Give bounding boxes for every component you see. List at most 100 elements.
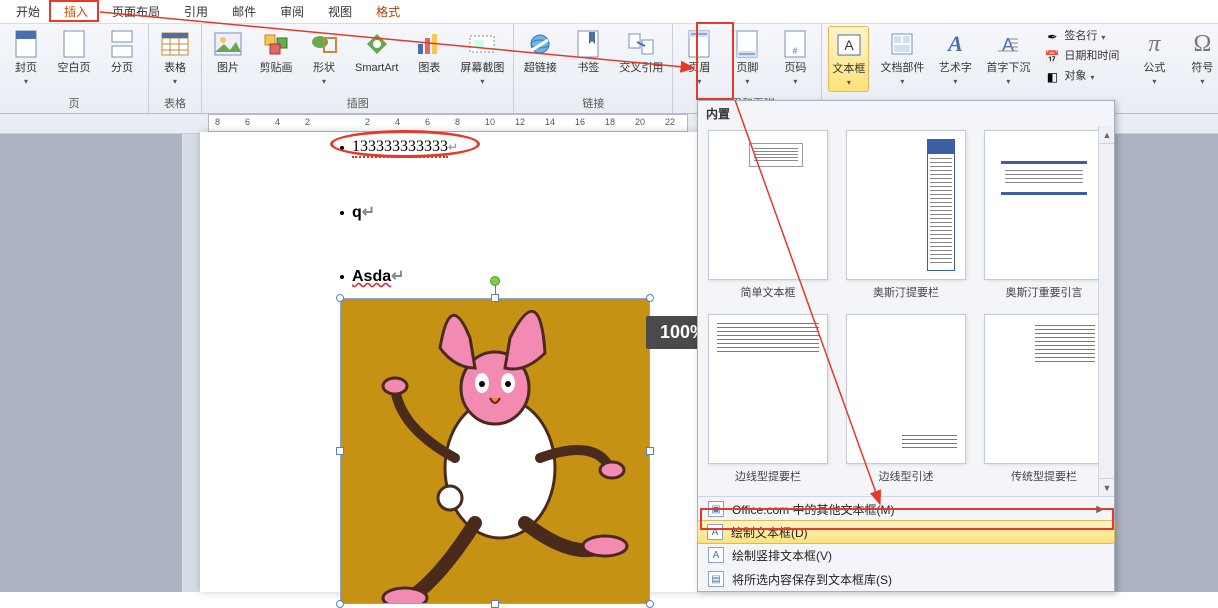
ruler-tick: 10 xyxy=(485,117,495,127)
equation-button[interactable]: π 公式▾ xyxy=(1134,26,1174,90)
ruler-tick: 2 xyxy=(365,117,370,127)
doc-line-asda: Asda↵ xyxy=(340,266,560,286)
svg-text:A: A xyxy=(1002,35,1014,55)
bookmark-icon xyxy=(572,28,604,60)
textbox-button[interactable]: A 文本框▾ xyxy=(828,26,869,92)
group-tables-label: 表格 xyxy=(155,95,195,113)
office-icon: ▣ xyxy=(708,501,724,517)
scroll-down-icon[interactable]: ▼ xyxy=(1099,478,1114,496)
resize-handle-rm[interactable] xyxy=(646,447,654,455)
pagenumber-button[interactable]: # 页码▾ xyxy=(775,26,815,90)
dropcap-button[interactable]: A 首字下沉▾ xyxy=(983,26,1033,90)
blank-label: 空白页 xyxy=(58,62,91,75)
thumb-traditional[interactable]: 传统型提要栏 xyxy=(978,314,1110,492)
bookmark-button[interactable]: 书签 xyxy=(568,26,608,77)
blank-icon xyxy=(58,28,90,60)
thumb-austin-quote[interactable]: 奥斯汀重要引言 xyxy=(978,130,1110,308)
hyperlink-icon xyxy=(524,28,556,60)
group-links-label: 链接 xyxy=(520,95,666,113)
pagebreak-button[interactable]: 分页 xyxy=(102,26,142,77)
table-label: 表格 xyxy=(164,62,186,74)
shapes-label: 形状 xyxy=(313,62,335,74)
tab-home[interactable]: 开始 xyxy=(4,0,52,23)
group-tables: 表格▾ 表格 xyxy=(149,24,202,113)
resize-handle-bm[interactable] xyxy=(491,600,499,608)
datetime-button[interactable]: 📅日期和时间 xyxy=(1041,48,1122,66)
screenshot-icon xyxy=(466,28,498,60)
tab-insert[interactable]: 插入 xyxy=(52,0,100,23)
resize-handle-tr[interactable] xyxy=(646,294,654,302)
wordart-button[interactable]: A 艺术字▾ xyxy=(935,26,975,90)
shapes-button[interactable]: 形状▾ xyxy=(304,26,344,90)
page[interactable]: 133333333333↵ q↵ Asda↵ xyxy=(200,132,700,592)
chart-icon xyxy=(413,28,445,60)
screenshot-button[interactable]: 屏幕截图▾ xyxy=(457,26,507,90)
menu-draw-textbox[interactable]: A 绘制文本框(D) xyxy=(697,520,1115,544)
group-symbols: π 公式▾ Ω 符号▾ # 编号 符号 xyxy=(1128,24,1218,113)
menu-draw-vertical[interactable]: A 绘制竖排文本框(V) xyxy=(698,543,1114,567)
pagebreak-label: 分页 xyxy=(111,62,133,75)
sigline-button[interactable]: ✒签名行▾ xyxy=(1041,28,1122,46)
tab-review[interactable]: 审阅 xyxy=(268,0,316,23)
horizontal-ruler[interactable]: 8 6 4 2 2 4 6 8 10 12 14 16 18 20 22 xyxy=(208,114,688,132)
tab-mailings[interactable]: 邮件 xyxy=(220,0,268,23)
tab-references[interactable]: 引用 xyxy=(172,0,220,23)
vertical-textbox-icon: A xyxy=(708,547,724,563)
dropdown-header: 内置 xyxy=(698,101,1114,126)
thumb-austin-sidebar[interactable]: 奥斯汀提要栏 xyxy=(840,130,972,308)
smartart-icon xyxy=(361,28,393,60)
clipart-button[interactable]: 剪贴画 xyxy=(256,26,296,77)
menu-office-more[interactable]: ▣ Office.com 中的其他文本框(M) ▶ xyxy=(698,497,1114,521)
menu-label: 将所选内容保存到文本框库(S) xyxy=(732,571,892,588)
menu-save-selection[interactable]: ▤ 将所选内容保存到文本框库(S) xyxy=(698,567,1114,591)
resize-handle-br[interactable] xyxy=(646,600,654,608)
rotate-handle[interactable] xyxy=(490,276,500,286)
object-label: 对象 xyxy=(1064,70,1086,83)
object-button[interactable]: ◧对象▾ xyxy=(1041,68,1122,86)
resize-handle-tm[interactable] xyxy=(491,294,499,302)
tab-layout[interactable]: 页面布局 xyxy=(100,0,172,23)
equation-icon: π xyxy=(1138,28,1170,60)
gallery-scrollbar[interactable]: ▲ ▼ xyxy=(1098,126,1114,496)
vertical-ruler[interactable] xyxy=(182,134,202,592)
footer-button[interactable]: 页脚▾ xyxy=(727,26,767,90)
header-button[interactable]: 页眉▾ xyxy=(679,26,719,90)
crossref-button[interactable]: 交叉引用 xyxy=(616,26,666,77)
hyperlink-button[interactable]: 超链接 xyxy=(520,26,560,77)
symbol-button[interactable]: Ω 符号▾ xyxy=(1182,26,1218,90)
quickparts-icon xyxy=(886,28,918,60)
dropdown-gallery: 简单文本框 奥斯汀提要栏 奥斯汀重要引言 边线型提要栏 边线型引述 传统型提要栏… xyxy=(698,126,1114,496)
resize-handle-bl[interactable] xyxy=(336,600,344,608)
picture-button[interactable]: 图片 xyxy=(208,26,248,77)
group-illustrations: 图片 剪贴画 形状▾ SmartArt 图表 屏幕截图▾ xyxy=(202,24,514,113)
group-pages: 封页▾ 空白页 分页 页 xyxy=(0,24,149,113)
sigline-label: 签名行 xyxy=(1064,30,1097,43)
thumb-simple[interactable]: 简单文本框 xyxy=(702,130,834,308)
smartart-button[interactable]: SmartArt xyxy=(352,26,401,77)
chart-button[interactable]: 图表 xyxy=(409,26,449,77)
scroll-up-icon[interactable]: ▲ xyxy=(1099,126,1114,144)
header-label: 页眉 xyxy=(688,62,710,74)
doc-text-asda: Asda xyxy=(352,268,391,285)
resize-handle-lm[interactable] xyxy=(336,447,344,455)
thumb-label: 简单文本框 xyxy=(702,284,834,300)
cover-page-button[interactable]: 封页▾ xyxy=(6,26,46,90)
ruler-tick: 14 xyxy=(545,117,555,127)
thumb-margin-sidebar[interactable]: 边线型提要栏 xyxy=(702,314,834,492)
group-illustrations-label: 插图 xyxy=(208,95,507,113)
resize-handle-tl[interactable] xyxy=(336,294,344,302)
tab-view[interactable]: 视图 xyxy=(316,0,364,23)
tab-format[interactable]: 格式 xyxy=(364,0,412,23)
image-selection[interactable]: 100% xyxy=(340,298,650,604)
blank-page-button[interactable]: 空白页 xyxy=(54,26,94,77)
table-button[interactable]: 表格▾ xyxy=(155,26,195,90)
table-icon xyxy=(159,28,191,60)
thumb-margin-quote[interactable]: 边线型引述 xyxy=(840,314,972,492)
wordart-label: 艺术字 xyxy=(939,62,972,74)
pagebreak-icon xyxy=(106,28,138,60)
menu-label: Office.com 中的其他文本框(M) xyxy=(732,501,894,518)
ruler-tick: 2 xyxy=(305,117,310,127)
svg-text:A: A xyxy=(844,37,854,53)
quickparts-button[interactable]: 文档部件▾ xyxy=(877,26,927,90)
dropcap-label: 首字下沉 xyxy=(986,62,1030,74)
